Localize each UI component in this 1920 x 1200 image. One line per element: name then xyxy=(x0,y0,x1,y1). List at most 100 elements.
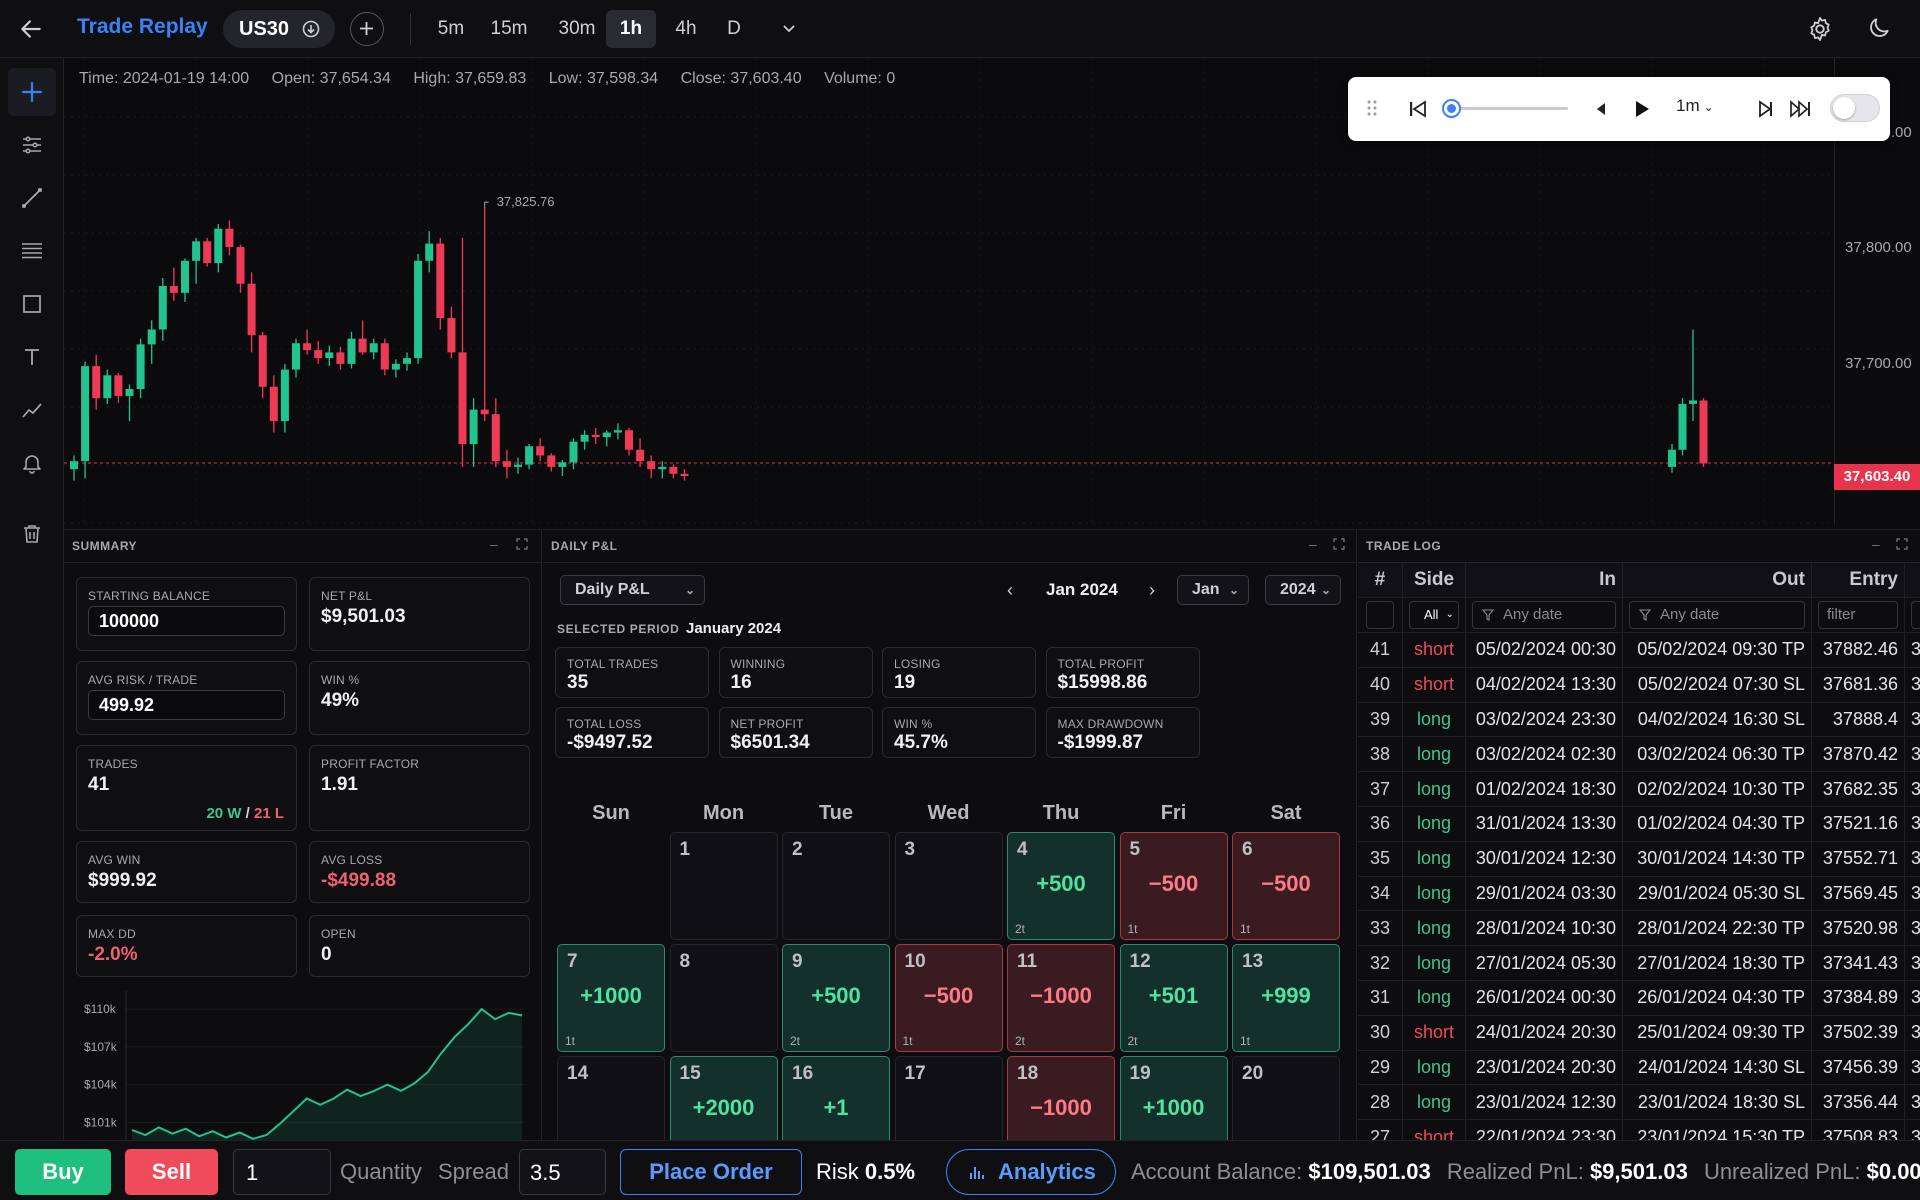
rectangle-icon[interactable] xyxy=(8,280,56,328)
calendar-day[interactable]: 14 xyxy=(557,1056,665,1140)
timeframe-30m[interactable]: 30m xyxy=(548,10,606,48)
gear-icon[interactable] xyxy=(1806,15,1834,43)
step-forward-icon[interactable] xyxy=(1756,99,1774,119)
calendar-day[interactable]: 12 +501 2t xyxy=(1119,944,1228,1052)
calendar-day[interactable]: 8 xyxy=(669,944,778,1052)
quantity-input[interactable]: 1 xyxy=(233,1149,331,1195)
calendar-day[interactable]: 7 +1000 1t xyxy=(557,944,665,1052)
avg-risk-input[interactable]: 499.92 xyxy=(88,690,285,720)
view-select[interactable]: Daily P&L ⌄ xyxy=(560,575,705,605)
next-month-icon[interactable]: › xyxy=(1149,580,1155,601)
moon-icon[interactable] xyxy=(1866,15,1892,41)
calendar-day[interactable]: 6 −500 1t xyxy=(1232,832,1340,940)
trend-line-icon[interactable] xyxy=(8,174,56,222)
side-filter-select[interactable]: All ⌄ xyxy=(1409,601,1459,630)
calendar-day[interactable]: 9 +500 2t xyxy=(782,944,890,1052)
replay-speed-select[interactable]: 1m ⌄ xyxy=(1676,96,1714,116)
timeframe-5m[interactable]: 5m xyxy=(428,10,474,48)
prev-month-icon[interactable]: ‹ xyxy=(1007,580,1013,601)
calendar-day[interactable]: 13 +999 1t xyxy=(1232,944,1340,1052)
replay-toggle[interactable] xyxy=(1830,94,1880,122)
add-symbol-button[interactable] xyxy=(350,12,384,46)
back-arrow-icon[interactable] xyxy=(18,16,44,42)
replay-progress-track[interactable] xyxy=(1444,107,1568,110)
table-row[interactable]: 38 long 03/02/2024 02:30 03/02/2024 06:30 T… xyxy=(1358,736,1920,773)
spread-input[interactable]: 3.5 xyxy=(519,1149,606,1195)
candle-body xyxy=(314,350,323,359)
ohlc-readout: Time: 2024-01-19 14:00 Open: 37,654.34 H… xyxy=(79,70,913,88)
chevron-down-icon[interactable] xyxy=(777,16,801,40)
expand-icon[interactable] xyxy=(1333,538,1345,550)
timeframe-4h[interactable]: 4h xyxy=(663,10,709,48)
column-header[interactable]: Out xyxy=(1622,563,1812,599)
card-value: 1.91 xyxy=(321,774,358,795)
calendar-day[interactable]: 4 +500 2t xyxy=(1007,832,1115,940)
bell-icon[interactable] xyxy=(8,439,56,487)
table-row[interactable]: 36 long 31/01/2024 13:30 01/02/2024 04:30 T… xyxy=(1358,806,1920,842)
expand-icon[interactable] xyxy=(516,538,528,550)
crosshair-tool-icon[interactable] xyxy=(8,68,56,116)
table-row[interactable]: 28 long 23/01/2024 12:30 23/01/2024 18:30 S… xyxy=(1358,1084,1920,1121)
column-header[interactable]: Side xyxy=(1402,563,1466,599)
month-select[interactable]: Jan ⌄ xyxy=(1177,575,1249,605)
skip-start-icon[interactable] xyxy=(1408,99,1428,119)
table-row[interactable]: 31 long 26/01/2024 00:30 26/01/2024 04:30 T… xyxy=(1358,980,1920,1016)
calendar-day[interactable]: 1 xyxy=(669,832,778,940)
trash-icon[interactable] xyxy=(8,510,56,558)
entry-filter[interactable]: filter xyxy=(1818,601,1898,630)
year-select[interactable]: 2024 ⌄ xyxy=(1265,575,1341,605)
step-back-icon[interactable] xyxy=(1593,100,1609,118)
calendar-day[interactable]: 15 +2000 xyxy=(669,1056,778,1140)
play-icon[interactable] xyxy=(1632,98,1652,120)
minimize-icon[interactable]: – xyxy=(490,536,498,552)
symbol-selector[interactable]: US30 xyxy=(223,10,335,48)
sliders-icon[interactable] xyxy=(8,121,56,169)
table-row[interactable]: 40 short 04/02/2024 13:30 05/02/2024 07:30 … xyxy=(1358,667,1920,703)
table-row[interactable]: 34 long 29/01/2024 03:30 29/01/2024 05:30 S… xyxy=(1358,876,1920,912)
timeframe-1h[interactable]: 1h xyxy=(606,10,656,48)
timeframe-15m[interactable]: 15m xyxy=(481,10,537,48)
price-chart[interactable]: 37,825.76 Time: 2024-01-19 14:00 Open: 3… xyxy=(64,58,1920,525)
text-tool-icon[interactable] xyxy=(8,333,56,381)
out-date-filter[interactable]: Any date xyxy=(1629,601,1805,630)
table-row[interactable]: 37 long 01/02/2024 18:30 02/02/2024 10:30 T… xyxy=(1358,771,1920,808)
timeframe-D[interactable]: D xyxy=(719,10,749,48)
in-date-filter[interactable]: Any date xyxy=(1472,601,1616,630)
column-header[interactable]: In xyxy=(1465,563,1623,599)
analytics-button[interactable]: Analytics xyxy=(946,1149,1116,1195)
buy-button[interactable]: Buy xyxy=(15,1149,111,1195)
horizontal-lines-icon[interactable] xyxy=(8,227,56,275)
calendar-day[interactable]: 5 −500 1t xyxy=(1119,832,1228,940)
calendar-day[interactable]: 18 −1000 xyxy=(1007,1056,1115,1140)
calendar-day[interactable]: 19 +1000 xyxy=(1119,1056,1228,1140)
calendar-day[interactable]: 16 +1 xyxy=(782,1056,890,1140)
calendar-day[interactable]: 2 xyxy=(782,832,890,940)
column-header[interactable]: Entry xyxy=(1811,563,1905,599)
minimize-icon[interactable]: – xyxy=(1309,536,1317,552)
place-order-button[interactable]: Place Order xyxy=(620,1149,802,1195)
column-header[interactable]: # xyxy=(1358,563,1403,599)
table-row[interactable]: 29 long 23/01/2024 20:30 24/01/2024 14:30 S… xyxy=(1358,1050,1920,1086)
replay-progress-thumb[interactable] xyxy=(1442,99,1461,118)
table-row[interactable]: 27 short 22/01/2024 23:30 23/01/2024 15:30 … xyxy=(1358,1119,1920,1140)
calendar-day[interactable]: 11 −1000 2t xyxy=(1007,944,1115,1052)
calendar-day[interactable]: 20 xyxy=(1232,1056,1340,1140)
sell-button[interactable]: Sell xyxy=(125,1149,218,1195)
table-row[interactable]: 30 short 24/01/2024 20:30 25/01/2024 09:30 … xyxy=(1358,1015,1920,1051)
calendar-day[interactable]: 17 xyxy=(894,1056,1003,1140)
skip-end-icon[interactable] xyxy=(1789,99,1813,119)
calendar-day[interactable]: 10 −500 1t xyxy=(894,944,1003,1052)
table-row[interactable]: 33 long 28/01/2024 10:30 28/01/2024 22:30 T… xyxy=(1358,910,1920,947)
table-row[interactable]: 39 long 03/02/2024 23:30 04/02/2024 16:30 S… xyxy=(1358,702,1920,738)
index-filter[interactable] xyxy=(1366,601,1394,630)
starting-balance-input[interactable]: 100000 xyxy=(88,606,285,636)
table-row[interactable]: 41 short 05/02/2024 00:30 05/02/2024 09:30 … xyxy=(1358,632,1920,668)
polyline-icon[interactable] xyxy=(8,386,56,434)
minimize-icon[interactable]: – xyxy=(1872,536,1880,552)
drag-handle-icon[interactable] xyxy=(1366,98,1378,118)
table-row[interactable]: 32 long 27/01/2024 05:30 27/01/2024 18:30 T… xyxy=(1358,945,1920,982)
expand-icon[interactable] xyxy=(1896,538,1908,550)
calendar-day[interactable]: 3 xyxy=(894,832,1003,940)
overflow-filter[interactable] xyxy=(1911,601,1920,630)
table-row[interactable]: 35 long 30/01/2024 12:30 30/01/2024 14:30 T… xyxy=(1358,841,1920,877)
